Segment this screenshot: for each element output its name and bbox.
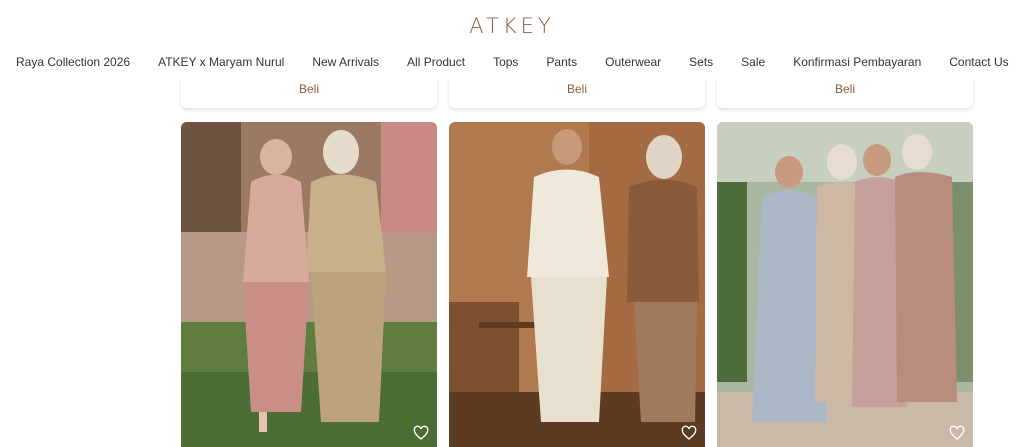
product-card[interactable] (717, 122, 973, 447)
nav-item-contact-us[interactable]: Contact Us (949, 55, 1008, 69)
product-card[interactable] (449, 122, 705, 447)
product-image[interactable] (717, 122, 973, 447)
site-header: ATKEY Raya Collection 2026 ATKEY x Marya… (0, 0, 1024, 80)
nav-item-atkey-maryam[interactable]: ATKEY x Maryam Nurul (158, 55, 284, 69)
heart-icon[interactable] (681, 425, 697, 441)
nav-item-sets[interactable]: Sets (689, 55, 713, 69)
nav-item-konfirmasi-pembayaran[interactable]: Konfirmasi Pembayaran (793, 55, 921, 69)
nav-item-new-arrivals[interactable]: New Arrivals (312, 55, 379, 69)
nav-item-pants[interactable]: Pants (546, 55, 577, 69)
product-image[interactable] (181, 122, 437, 447)
nav-item-outerwear[interactable]: Outerwear (605, 55, 661, 69)
nav-item-tops[interactable]: Tops (493, 55, 518, 69)
product-row-previous: Beli Beli Beli (0, 70, 1024, 110)
nav-item-sale[interactable]: Sale (741, 55, 765, 69)
nav-item-raya-collection[interactable]: Raya Collection 2026 (16, 55, 130, 69)
buy-button[interactable]: Beli (449, 82, 705, 96)
product-image[interactable] (449, 122, 705, 447)
product-card[interactable] (181, 122, 437, 447)
nav-item-all-product[interactable]: All Product (407, 55, 465, 69)
buy-button[interactable]: Beli (717, 82, 973, 96)
brand-logo[interactable]: ATKEY (0, 14, 1024, 38)
heart-icon[interactable] (413, 425, 429, 441)
buy-button[interactable]: Beli (181, 82, 437, 96)
heart-icon[interactable] (949, 425, 965, 441)
main-nav: Raya Collection 2026 ATKEY x Maryam Nuru… (16, 55, 1024, 69)
